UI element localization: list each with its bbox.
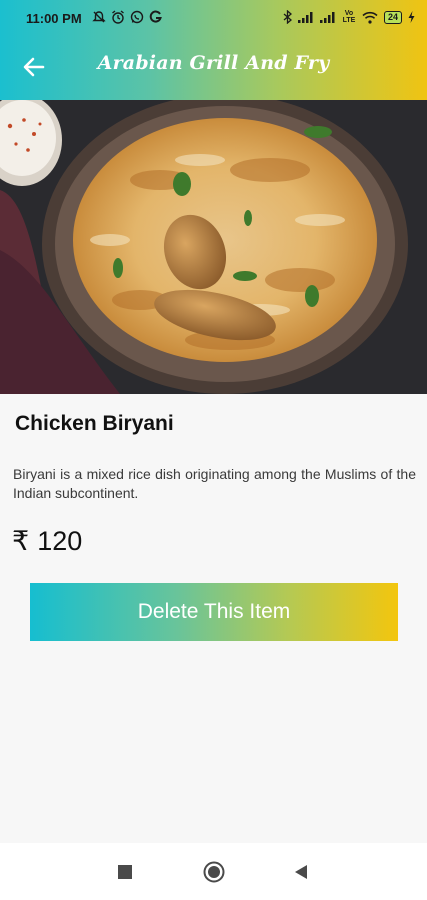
alarm-icon xyxy=(112,10,124,24)
battery-icon: 24 xyxy=(383,10,402,24)
volte-icon: Vo LTE xyxy=(342,10,356,24)
back-triangle-icon xyxy=(295,865,307,879)
home-button[interactable] xyxy=(202,860,226,884)
signal-icon xyxy=(319,12,335,23)
mute-icon xyxy=(92,11,106,23)
app-title: Arabian Grill And Fry xyxy=(97,52,330,74)
whatsapp-icon xyxy=(130,10,144,24)
item-name: Chicken Biryani xyxy=(15,412,174,435)
navigation-bar xyxy=(0,843,427,900)
status-bar: 11:00 PM Vo LTE 24 xyxy=(0,0,427,34)
google-icon xyxy=(149,10,162,23)
system-icons: Vo LTE 24 xyxy=(283,8,415,26)
bluetooth-icon xyxy=(283,10,292,24)
status-time: 11:00 PM xyxy=(26,11,82,26)
item-description: Biryani is a mixed rice dish originating… xyxy=(13,466,416,501)
currency-symbol: ₹ xyxy=(12,526,30,556)
app-bar: Arabian Grill And Fry xyxy=(0,34,427,100)
recents-square-icon xyxy=(118,865,132,879)
item-price: ₹ 120 xyxy=(12,526,82,557)
home-circle-icon xyxy=(203,861,225,883)
delete-item-button[interactable]: Delete This Item xyxy=(30,583,398,641)
food-image xyxy=(0,100,427,394)
recents-button[interactable] xyxy=(113,860,137,884)
signal-icon xyxy=(297,12,313,23)
price-value: 120 xyxy=(37,526,83,556)
nav-back-button[interactable] xyxy=(289,860,313,884)
notification-icons xyxy=(92,8,162,26)
wifi-icon xyxy=(362,11,378,24)
app-header: 11:00 PM Vo LTE 24 Arabian Grill And Fry xyxy=(0,0,427,100)
charging-icon xyxy=(408,11,415,23)
